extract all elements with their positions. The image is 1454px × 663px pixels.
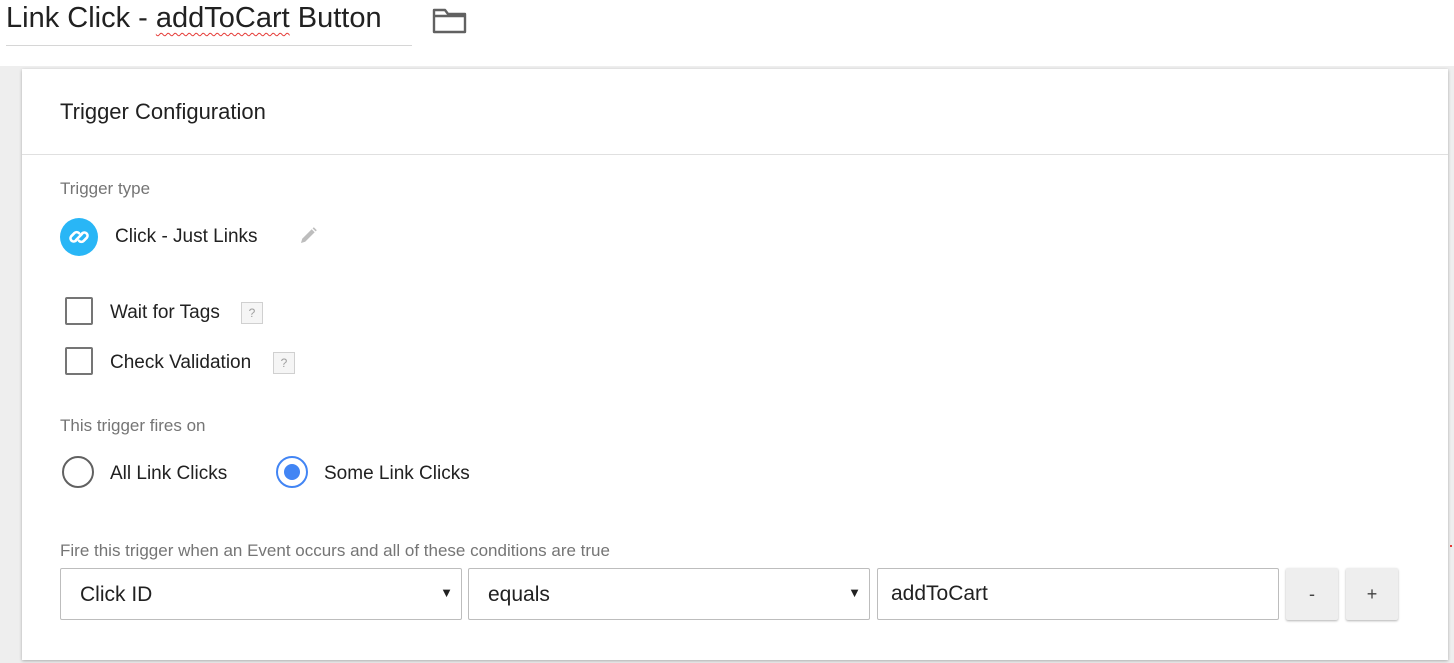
red-marker xyxy=(1450,545,1452,547)
add-condition-button[interactable]: + xyxy=(1346,568,1398,620)
trigger-name-field[interactable]: Link Click - addToCart Button xyxy=(6,0,412,46)
all-link-clicks-radio[interactable] xyxy=(62,456,94,488)
dropdown-arrow-icon: ▼ xyxy=(440,585,453,600)
check-validation-help-icon[interactable]: ? xyxy=(273,352,295,374)
wait-for-tags-checkbox[interactable] xyxy=(65,297,93,325)
dropdown-arrow-icon: ▼ xyxy=(848,585,861,600)
variable-select-value: Click ID xyxy=(80,583,153,606)
trigger-type-name[interactable]: Click - Just Links xyxy=(115,226,258,248)
title-prefix: Link Click - xyxy=(6,2,156,34)
fires-on-label: This trigger fires on xyxy=(60,416,206,435)
remove-condition-button[interactable]: - xyxy=(1286,568,1338,620)
some-link-clicks-radio[interactable] xyxy=(276,456,308,488)
folder-icon[interactable] xyxy=(432,6,468,34)
card-title: Trigger Configuration xyxy=(60,99,266,124)
operator-select-value: equals xyxy=(488,583,550,606)
check-validation-checkbox[interactable] xyxy=(65,347,93,375)
trigger-type-label: Trigger type xyxy=(60,179,151,198)
wait-for-tags-label: Wait for Tags xyxy=(110,302,220,323)
condition-value-input[interactable] xyxy=(877,568,1279,620)
link-icon[interactable] xyxy=(60,218,98,256)
conditions-label: Fire this trigger when an Event occurs a… xyxy=(60,541,610,560)
pencil-icon[interactable] xyxy=(296,224,320,248)
operator-select[interactable]: equals ▼ xyxy=(468,568,870,620)
title-suffix: Button xyxy=(289,2,382,34)
card-header: Trigger Configuration xyxy=(22,69,1448,155)
all-link-clicks-label: All Link Clicks xyxy=(110,463,228,484)
some-link-clicks-label: Some Link Clicks xyxy=(324,463,470,484)
trigger-configuration-card: Trigger Configuration Trigger type Click… xyxy=(22,69,1448,660)
trigger-title[interactable]: Link Click - addToCart Button xyxy=(6,2,382,35)
title-misspelled-word: addToCart xyxy=(155,2,290,34)
wait-for-tags-help-icon[interactable]: ? xyxy=(241,302,263,324)
check-validation-label: Check Validation xyxy=(110,352,252,373)
variable-select[interactable]: Click ID ▼ xyxy=(60,568,462,620)
